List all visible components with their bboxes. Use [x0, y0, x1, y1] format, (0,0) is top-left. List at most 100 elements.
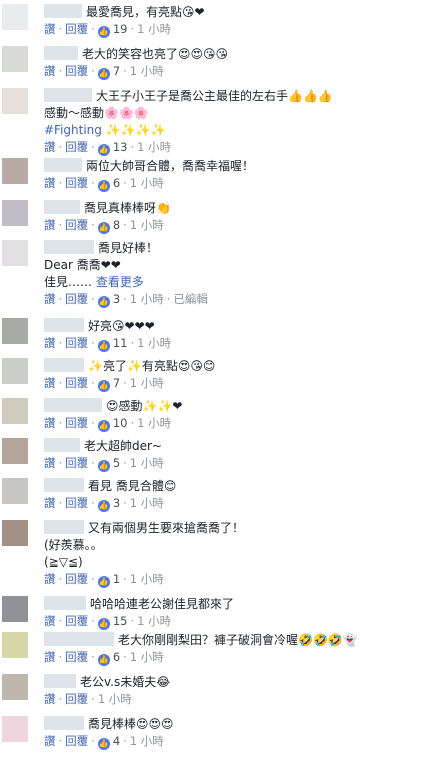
avatar[interactable]	[2, 318, 28, 344]
like-count[interactable]: 3	[113, 496, 120, 510]
reply-button[interactable]: 回覆	[65, 376, 88, 390]
thumbs-up-icon[interactable]: 👍	[97, 380, 110, 392]
timestamp[interactable]: 1 小時	[137, 416, 171, 430]
avatar[interactable]	[2, 240, 28, 266]
timestamp[interactable]: 1 小時	[130, 734, 164, 748]
thumbs-up-icon[interactable]: 👍	[97, 618, 110, 630]
like-button[interactable]: 讚	[44, 64, 56, 78]
like-button[interactable]: 讚	[44, 572, 56, 586]
reply-button[interactable]: 回覆	[65, 496, 88, 510]
thumbs-up-icon[interactable]: 👍	[97, 296, 110, 308]
commenter-name[interactable]	[44, 318, 84, 332]
reply-button[interactable]: 回覆	[65, 140, 88, 154]
commenter-name[interactable]	[44, 240, 94, 254]
thumbs-up-icon[interactable]: 👍	[97, 340, 110, 352]
thumbs-up-icon[interactable]: 👍	[97, 144, 110, 156]
commenter-name[interactable]	[44, 4, 82, 18]
commenter-name[interactable]	[44, 88, 92, 102]
timestamp[interactable]: 1 小時	[137, 336, 171, 350]
like-count[interactable]: 13	[113, 140, 128, 154]
thumbs-up-icon[interactable]: 👍	[97, 460, 110, 472]
like-count[interactable]: 11	[113, 336, 128, 350]
commenter-name[interactable]	[44, 398, 102, 412]
commenter-name[interactable]	[44, 632, 114, 646]
like-count[interactable]: 6	[113, 176, 120, 190]
like-button[interactable]: 讚	[44, 614, 56, 628]
timestamp[interactable]: 1 小時	[130, 176, 164, 190]
timestamp[interactable]: 1 小時	[130, 572, 164, 586]
reply-button[interactable]: 回覆	[65, 176, 88, 190]
like-count[interactable]: 3	[113, 292, 120, 306]
avatar[interactable]	[2, 438, 28, 464]
like-count[interactable]: 1	[113, 572, 120, 586]
commenter-name[interactable]	[44, 438, 80, 452]
avatar[interactable]	[2, 596, 28, 622]
like-button[interactable]: 讚	[44, 650, 56, 664]
timestamp[interactable]: 1 小時	[137, 614, 171, 628]
edited-label[interactable]: 已編輯	[173, 292, 208, 306]
like-button[interactable]: 讚	[44, 496, 56, 510]
commenter-name[interactable]	[44, 716, 84, 730]
reply-button[interactable]: 回覆	[65, 572, 88, 586]
thumbs-up-icon[interactable]: 👍	[97, 738, 110, 750]
thumbs-up-icon[interactable]: 👍	[97, 654, 110, 666]
like-count[interactable]: 5	[113, 456, 120, 470]
reply-button[interactable]: 回覆	[65, 64, 88, 78]
like-count[interactable]: 4	[113, 734, 120, 748]
commenter-name[interactable]	[44, 200, 80, 214]
reply-button[interactable]: 回覆	[65, 336, 88, 350]
avatar[interactable]	[2, 520, 28, 546]
like-button[interactable]: 讚	[44, 176, 56, 190]
timestamp[interactable]: 1 小時	[137, 140, 171, 154]
thumbs-up-icon[interactable]: 👍	[97, 68, 110, 80]
like-count[interactable]: 7	[113, 376, 120, 390]
avatar[interactable]	[2, 398, 28, 424]
thumbs-up-icon[interactable]: 👍	[97, 222, 110, 234]
like-count[interactable]: 6	[113, 650, 120, 664]
thumbs-up-icon[interactable]: 👍	[97, 180, 110, 192]
like-button[interactable]: 讚	[44, 140, 56, 154]
like-count[interactable]: 10	[113, 416, 128, 430]
timestamp[interactable]: 1 小時	[137, 22, 171, 36]
avatar[interactable]	[2, 632, 28, 658]
thumbs-up-icon[interactable]: 👍	[97, 500, 110, 512]
like-count[interactable]: 8	[113, 218, 120, 232]
avatar[interactable]	[2, 358, 28, 384]
avatar[interactable]	[2, 158, 28, 184]
avatar[interactable]	[2, 200, 28, 226]
avatar[interactable]	[2, 674, 28, 700]
avatar[interactable]	[2, 4, 28, 30]
timestamp[interactable]: 1 小時	[130, 456, 164, 470]
reply-button[interactable]: 回覆	[65, 734, 88, 748]
avatar[interactable]	[2, 716, 28, 742]
thumbs-up-icon[interactable]: 👍	[97, 26, 110, 38]
hashtag-text[interactable]: #Fighting ✨✨✨✨	[44, 123, 165, 137]
reply-button[interactable]: 回覆	[65, 218, 88, 232]
like-count[interactable]: 19	[113, 22, 128, 36]
commenter-name[interactable]	[44, 478, 84, 492]
commenter-name[interactable]	[44, 358, 84, 372]
timestamp[interactable]: 1 小時	[130, 292, 164, 306]
like-button[interactable]: 讚	[44, 336, 56, 350]
reply-button[interactable]: 回覆	[65, 456, 88, 470]
reply-button[interactable]: 回覆	[65, 650, 88, 664]
like-count[interactable]: 7	[113, 64, 120, 78]
avatar[interactable]	[2, 46, 28, 72]
reply-button[interactable]: 回覆	[65, 416, 88, 430]
commenter-name[interactable]	[44, 674, 76, 688]
like-count[interactable]: 15	[113, 614, 128, 628]
reply-button[interactable]: 回覆	[65, 22, 88, 36]
thumbs-up-icon[interactable]: 👍	[97, 576, 110, 588]
avatar[interactable]	[2, 88, 28, 114]
like-button[interactable]: 讚	[44, 292, 56, 306]
reply-button[interactable]: 回覆	[65, 614, 88, 628]
reply-button[interactable]: 回覆	[65, 292, 88, 306]
commenter-name[interactable]	[44, 46, 78, 60]
timestamp[interactable]: 1 小時	[130, 376, 164, 390]
like-button[interactable]: 讚	[44, 692, 56, 706]
avatar[interactable]	[2, 478, 28, 504]
timestamp[interactable]: 1 小時	[130, 218, 164, 232]
timestamp[interactable]: 1 小時	[130, 64, 164, 78]
timestamp[interactable]: 1 小時	[130, 496, 164, 510]
see-more-link[interactable]: 查看更多	[96, 275, 144, 289]
